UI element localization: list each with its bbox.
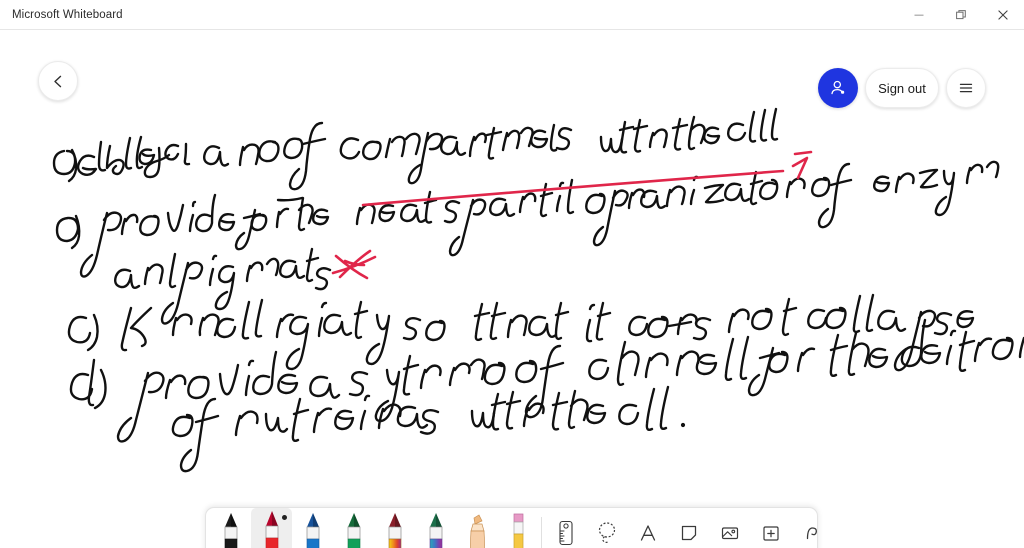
pen-galaxy-icon (429, 513, 442, 548)
hamburger-menu-icon (959, 83, 973, 93)
ruler-icon (558, 520, 573, 546)
close-button[interactable] (982, 0, 1024, 30)
pen-black-icon (224, 513, 237, 548)
whiteboard-app: Microsoft Whiteboard Sign out (0, 0, 1024, 548)
image-icon (721, 527, 738, 540)
tool-image[interactable] (709, 508, 750, 548)
title-bar: Microsoft Whiteboard (0, 0, 1024, 30)
pen-blue-icon (306, 513, 319, 548)
plus-box-icon (762, 526, 779, 541)
tool-undo[interactable] (791, 508, 817, 548)
account-avatar-button[interactable] (818, 68, 858, 108)
window-title: Microsoft Whiteboard (12, 8, 123, 21)
tool-pen-galaxy[interactable] (415, 508, 456, 548)
back-button[interactable] (38, 61, 78, 101)
undo-arrow-icon (806, 527, 817, 540)
restore-icon (956, 9, 966, 19)
minimize-icon (914, 14, 924, 16)
tool-pen-blue[interactable] (292, 508, 333, 548)
close-icon (998, 9, 1008, 20)
tool-pen-black[interactable] (210, 508, 251, 548)
pen-green-icon (347, 513, 360, 548)
handwritten-note-ink (52, 107, 1024, 473)
tool-pen-green[interactable] (333, 508, 374, 548)
drawing-toolbar[interactable] (205, 507, 818, 548)
arrow-left-icon (53, 75, 61, 87)
red-ink-annotations (331, 150, 813, 280)
red-underline (361, 169, 785, 207)
tool-pen-red[interactable] (251, 508, 292, 548)
window-controls (898, 0, 1024, 30)
maximize-button[interactable] (940, 0, 982, 30)
tool-lasso-select[interactable] (586, 508, 627, 548)
highlighter-peach-icon (469, 514, 485, 548)
selected-tool-indicator (282, 515, 287, 520)
minimize-button[interactable] (898, 0, 940, 30)
red-strike-mark (331, 249, 377, 280)
lasso-icon (598, 522, 615, 543)
tool-ruler[interactable] (545, 508, 586, 548)
sign-out-button[interactable]: Sign out (865, 68, 939, 108)
tool-text[interactable] (627, 508, 668, 548)
text-a-icon (640, 525, 655, 541)
settings-menu-button[interactable] (946, 68, 986, 108)
pen-red-icon (265, 511, 278, 548)
tool-highlighter-peach[interactable] (456, 508, 497, 548)
highlighter-yellow-icon (513, 513, 523, 548)
pen-rainbow-icon (388, 513, 401, 548)
tool-pen-rainbow[interactable] (374, 508, 415, 548)
red-checkmark (791, 150, 813, 180)
tool-highlighter-yellow[interactable] (497, 508, 538, 548)
sign-out-label: Sign out (878, 80, 926, 96)
tool-insert[interactable] (750, 508, 791, 548)
sticky-note-icon (681, 525, 696, 541)
person-icon (831, 80, 845, 95)
tool-note[interactable] (668, 508, 709, 548)
toolbar-divider (541, 517, 542, 548)
